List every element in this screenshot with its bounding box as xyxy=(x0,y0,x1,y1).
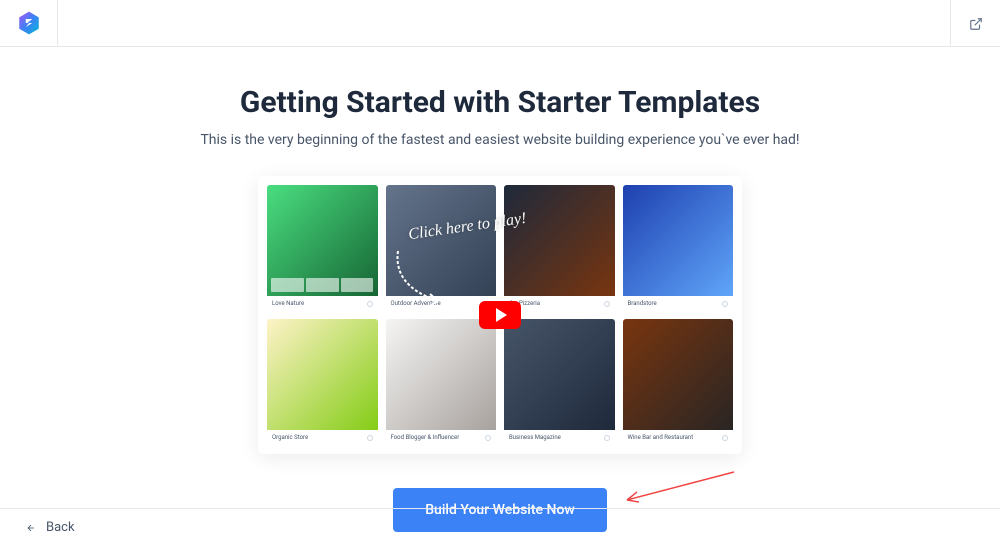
page-title: Getting Started with Starter Templates xyxy=(20,85,980,120)
template-thumbnail xyxy=(267,319,378,430)
template-thumbnail xyxy=(623,185,734,296)
template-thumbnail xyxy=(504,319,615,430)
template-card: Organic Store xyxy=(267,319,378,445)
video-preview[interactable]: Love Nature Outdoor Adventure PREMIUM th… xyxy=(258,176,742,454)
back-button[interactable]: Back xyxy=(24,520,75,535)
template-name: Business Magazine xyxy=(509,434,561,441)
external-link-button[interactable] xyxy=(950,0,1000,47)
template-name: Love Nature xyxy=(272,300,304,307)
favorite-icon xyxy=(722,435,728,441)
template-name: Food Blogger & Influencer xyxy=(391,434,460,441)
template-card: Brandstore xyxy=(623,185,734,311)
template-thumbnail xyxy=(623,319,734,430)
favorite-icon xyxy=(604,435,610,441)
footer-bar: Back xyxy=(0,508,1000,546)
app-logo[interactable] xyxy=(0,0,58,47)
template-card: PREMIUM the Pizzeria xyxy=(504,185,615,311)
template-card: PREMIUM Wine Bar and Restaurant xyxy=(623,319,734,445)
starter-templates-logo-icon xyxy=(16,10,42,36)
template-name: Organic Store xyxy=(272,434,308,441)
template-card: PREMIUM Business Magazine xyxy=(504,319,615,445)
template-name: Wine Bar and Restaurant xyxy=(628,434,694,441)
template-thumbnail xyxy=(504,185,615,296)
page-subtitle: This is the very beginning of the fastes… xyxy=(20,132,980,148)
favorite-icon xyxy=(367,301,373,307)
favorite-icon xyxy=(367,435,373,441)
header-bar xyxy=(0,0,1000,47)
template-thumbnail xyxy=(386,319,497,430)
back-label: Back xyxy=(46,520,75,535)
template-name: Brandstore xyxy=(628,300,657,307)
template-card: PREMIUM Food Blogger & Influencer xyxy=(386,319,497,445)
favorite-icon xyxy=(722,301,728,307)
curved-arrow-icon xyxy=(388,246,468,316)
favorite-icon xyxy=(485,435,491,441)
favorite-icon xyxy=(604,301,610,307)
template-card: Love Nature xyxy=(267,185,378,311)
attention-arrow-icon xyxy=(619,470,739,510)
main-content: Getting Started with Starter Templates T… xyxy=(0,47,1000,532)
play-button[interactable] xyxy=(479,301,521,329)
template-thumbnail xyxy=(267,185,378,296)
external-link-icon xyxy=(969,17,983,31)
arrow-left-icon xyxy=(24,523,38,533)
